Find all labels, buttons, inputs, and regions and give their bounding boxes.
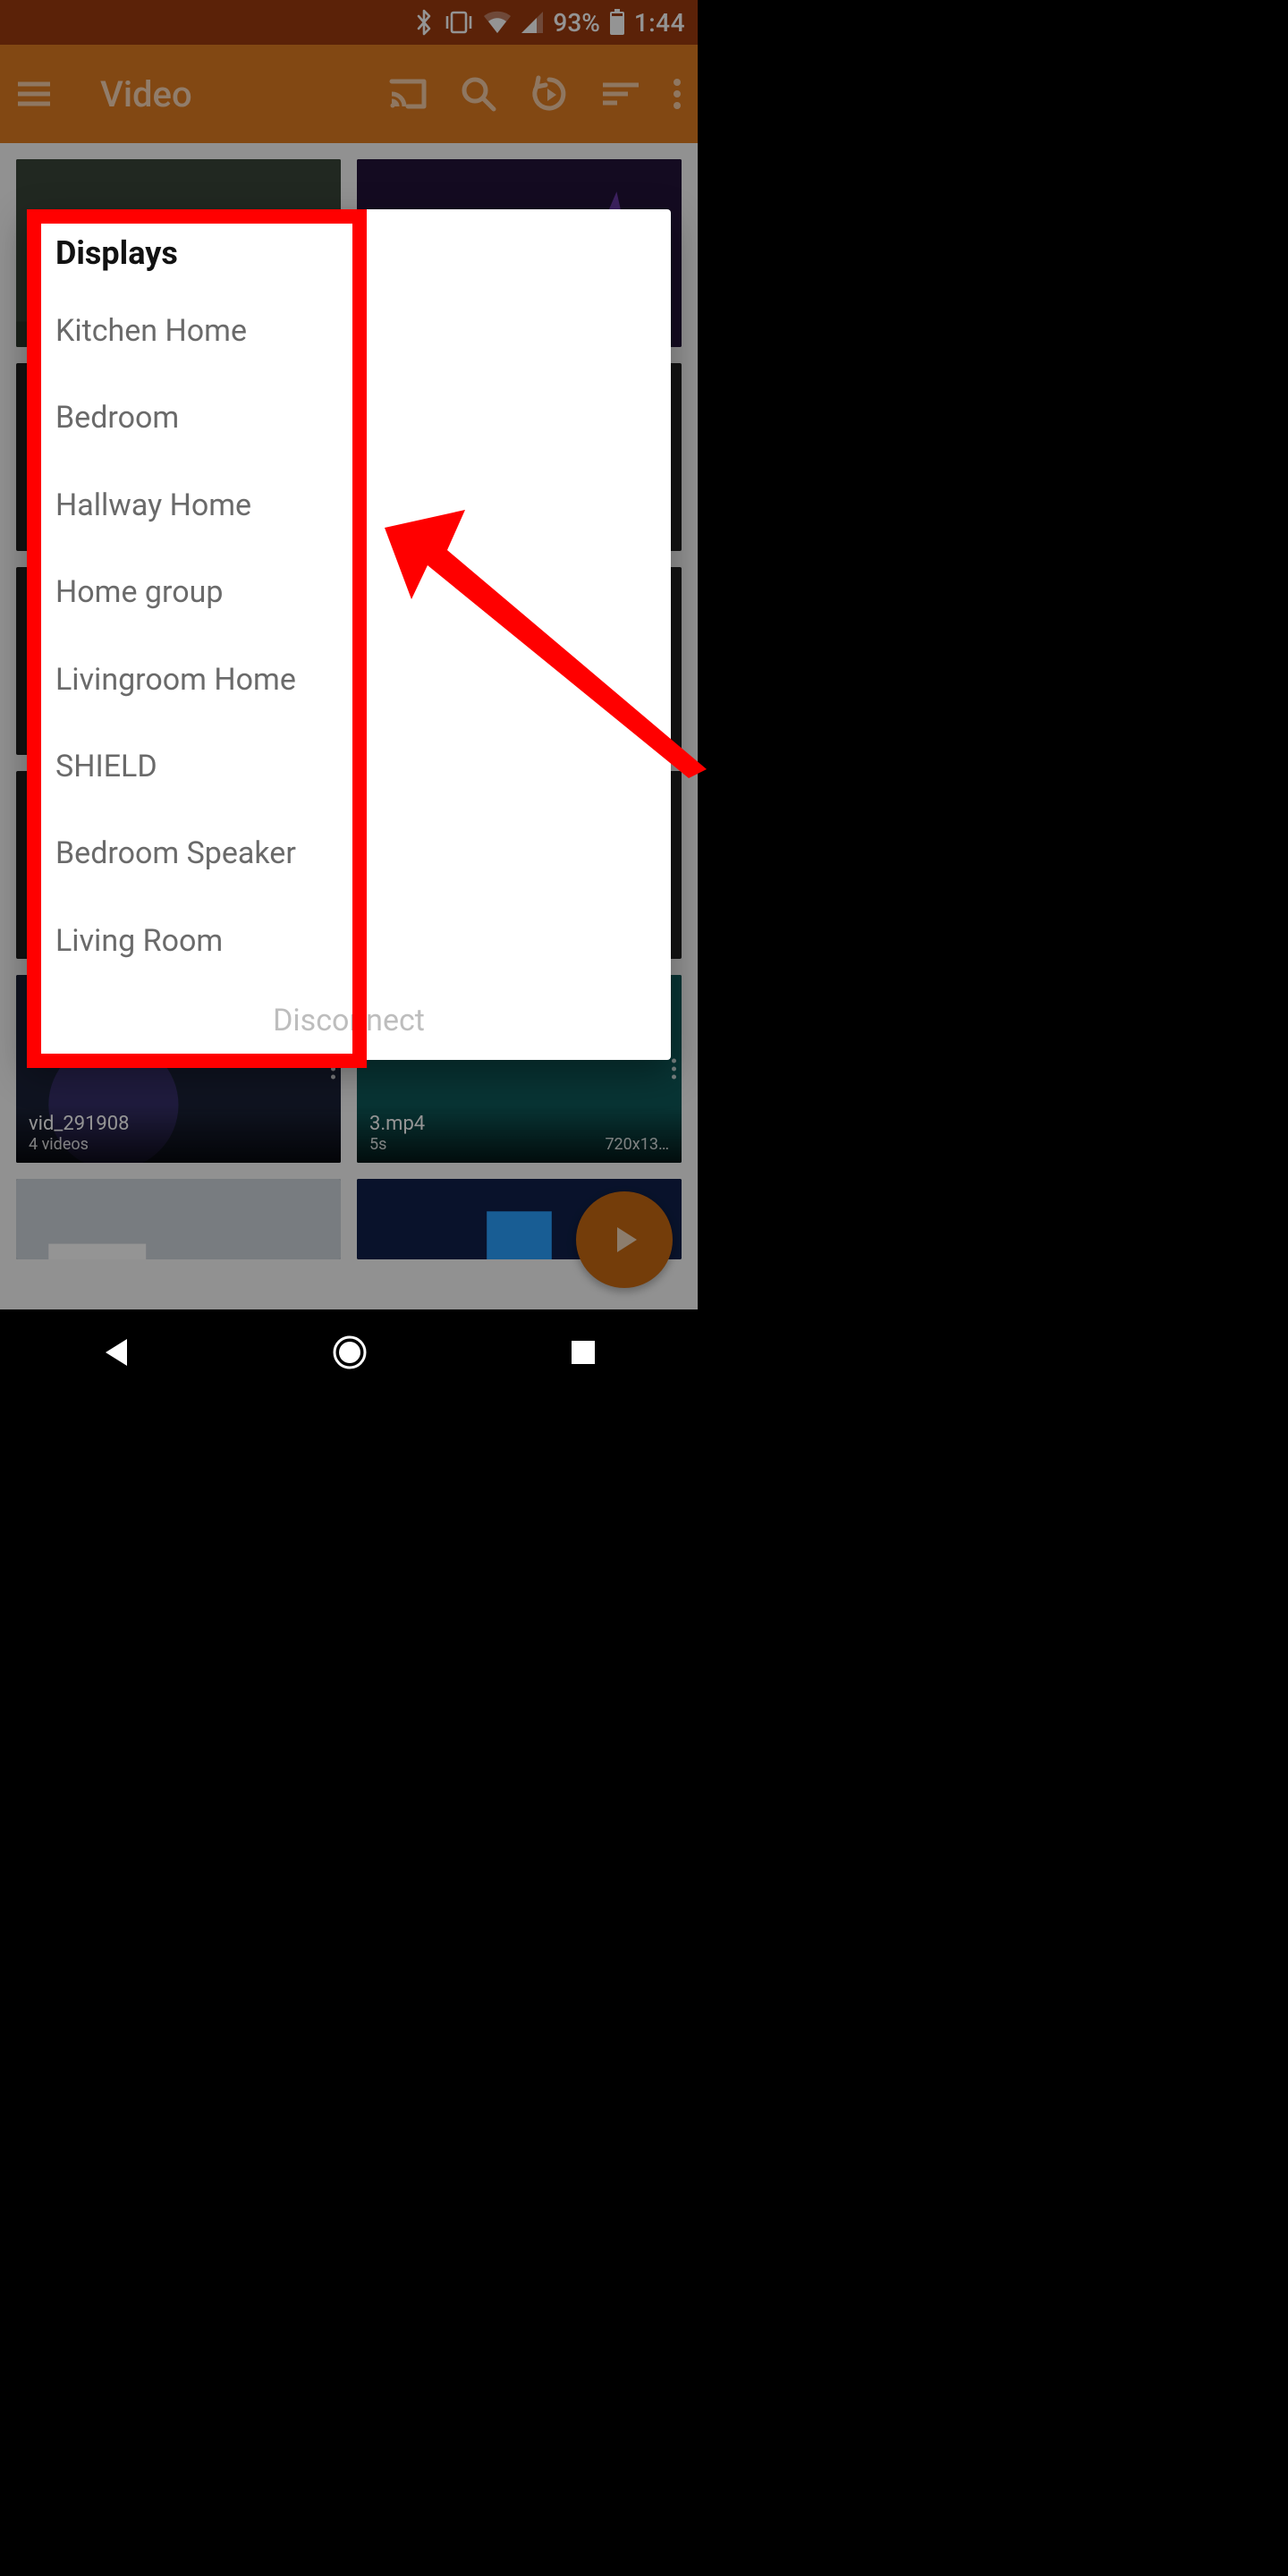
cast-target-item[interactable]: Living Room: [27, 898, 671, 985]
cast-target-item[interactable]: Bedroom Speaker: [27, 810, 671, 897]
recents-icon[interactable]: [569, 1338, 597, 1367]
back-icon[interactable]: [100, 1335, 131, 1369]
cast-target-item[interactable]: Home group: [27, 549, 671, 636]
home-icon[interactable]: [332, 1335, 368, 1370]
cast-target-item[interactable]: Kitchen Home: [27, 288, 671, 375]
disconnect-button[interactable]: Disconnect: [27, 985, 671, 1053]
cast-target-item[interactable]: Bedroom: [27, 375, 671, 462]
cast-target-item[interactable]: Hallway Home: [27, 462, 671, 549]
system-nav-bar: [0, 1309, 698, 1395]
cast-displays-dialog: Displays Kitchen Home Bedroom Hallway Ho…: [27, 209, 671, 1060]
dialog-title: Displays: [27, 234, 671, 288]
cast-target-item[interactable]: SHIELD: [27, 724, 671, 810]
cast-target-item[interactable]: Livingroom Home: [27, 637, 671, 724]
